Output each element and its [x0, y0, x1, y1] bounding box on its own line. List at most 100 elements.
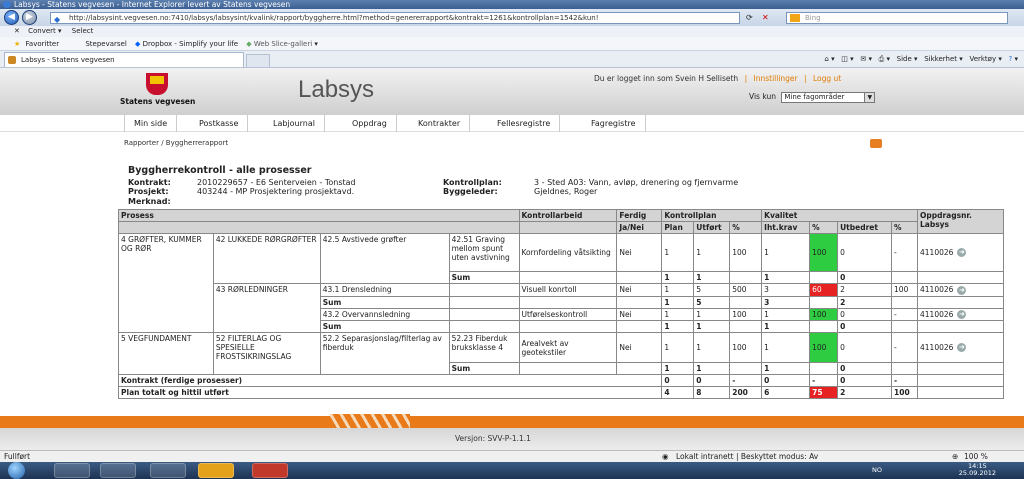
breadcrumb[interactable]: Rapporter / Byggherrerapport	[124, 139, 228, 147]
utbedret: 0	[837, 307, 893, 321]
arrow-right-icon[interactable]: ➜	[957, 310, 967, 319]
app-title: Labsys	[298, 76, 375, 103]
printer-icon[interactable]	[870, 139, 882, 148]
tab-labsys[interactable]: Labsys - Statens vegvesen	[4, 52, 244, 67]
table-row: 4 GRØFTER, KUMMER OG RØR 42 LUKKEDE RØRG…	[118, 233, 1004, 333]
kontrakt-row: Kontrakt (ferdige prosesser) 0 0 - 0 - 0…	[117, 374, 1004, 387]
clock[interactable]: 14:15 25.09.2012	[959, 463, 996, 477]
menu-min-side[interactable]: Min side	[124, 115, 178, 132]
ferdig: Nei	[616, 332, 663, 363]
command-bar: ⌂ ▾ ◫ ▾ ✉ ▾ ⎙ ▾ Side ▾ Sikkerhet ▾ Verkt…	[824, 55, 1018, 63]
favorites-button[interactable]: Favoritter	[26, 40, 60, 48]
kontrakt-pct: -	[729, 374, 763, 387]
prosess-level3: 43.2 Overvannsledning	[319, 307, 450, 321]
status-bar: Fullført ◉ Lokalt intranett | Beskyttet …	[0, 450, 1024, 462]
fav-item-stepevarsel[interactable]: Stepevarsel	[85, 40, 126, 48]
language-indicator[interactable]: NO	[872, 466, 882, 474]
search-input[interactable]: Bing	[786, 12, 1008, 24]
prosess-level2: 42 LUKKEDE RØRGRØFTER	[212, 233, 321, 284]
settings-link[interactable]: Innstillinger	[754, 74, 798, 83]
col-ferdig: Ferdig	[616, 209, 663, 222]
url-field[interactable]: ◆ http://labsysint.vegvesen.no:7410/labsy…	[50, 12, 740, 24]
tab-favicon	[8, 56, 16, 64]
menu-side[interactable]: Side	[897, 55, 912, 63]
plan: 1	[661, 307, 695, 321]
kvalitet-pct: 100	[809, 233, 839, 272]
ie-taskbar-icon[interactable]	[54, 463, 90, 478]
home-icon[interactable]: ⌂	[824, 55, 828, 63]
menu-oppdrag[interactable]: Oppdrag	[343, 115, 397, 132]
oppdragsnr[interactable]: 4110026	[920, 343, 953, 352]
mail-icon[interactable]: ✉	[860, 55, 866, 63]
chevron-down-icon: ▼	[864, 93, 875, 102]
powerpoint-taskbar-icon[interactable]	[252, 463, 288, 478]
separator: |	[744, 74, 748, 83]
arrow-right-icon[interactable]: ➜	[957, 248, 967, 258]
menu-kontrakter[interactable]: Kontrakter	[409, 115, 471, 132]
menu-verktoy[interactable]: Verktøy	[969, 55, 996, 63]
zoom-icon: ⊕	[952, 452, 959, 461]
sum-label: Sum	[448, 362, 520, 375]
arrow-right-icon[interactable]: ➜	[957, 285, 967, 295]
feeds-icon[interactable]: ◫	[841, 55, 848, 63]
menu-postkasse[interactable]: Postkasse	[190, 115, 249, 132]
logout-link[interactable]: Logg ut	[813, 74, 841, 83]
kontrollplan-label: Kontrollplan:	[443, 178, 502, 187]
ie-icon	[3, 1, 11, 8]
oppdragsnr-cell[interactable]: 4110026 ➜	[917, 233, 1004, 272]
fav-item-dropbox[interactable]: Dropbox - Simplify your life	[143, 40, 238, 48]
menu-labjournal[interactable]: Labjournal	[264, 115, 325, 132]
pct: 100	[729, 233, 763, 272]
col-kontrollarbeid: Kontrollarbeid	[518, 209, 618, 222]
prosess-level4: 52.23 Fiberduk bruksklasse 4	[448, 332, 520, 363]
print-icon[interactable]: ⎙	[879, 55, 885, 63]
media-taskbar-icon[interactable]	[150, 463, 186, 478]
windows-start-icon[interactable]	[8, 462, 25, 479]
refresh-icon[interactable]: ⟳	[746, 13, 753, 22]
arrow-right-icon[interactable]: ➜	[957, 343, 967, 353]
utfort: 1	[693, 233, 731, 272]
utfort: 1	[693, 307, 731, 321]
kontrollarbeid: Arealvekt av geotekstiler	[518, 332, 618, 363]
utbedret-pct: -	[891, 332, 918, 363]
stop-icon[interactable]: ✕	[762, 13, 769, 22]
kontrakt-utfort: 0	[693, 374, 731, 387]
kontrollarbeid: Kornfordeling våtsikting	[518, 233, 618, 272]
oppdragsnr-cell[interactable]: 4110026 ➜	[917, 283, 1004, 297]
bing-icon	[790, 14, 800, 22]
vis-kun-label: Vis kun	[749, 92, 776, 101]
convert-button[interactable]: Convert	[28, 27, 56, 35]
new-tab-button[interactable]	[246, 54, 270, 67]
outlook-taskbar-icon[interactable]	[198, 463, 234, 478]
sum-label: Sum	[319, 295, 450, 309]
menu-sikkerhet[interactable]: Sikkerhet	[924, 55, 957, 63]
oppdragsnr-cell[interactable]: 4110026 ➜	[917, 307, 1004, 321]
close-toolbar-icon[interactable]: ✕	[14, 27, 20, 35]
pct: 500	[729, 283, 763, 297]
back-button-icon[interactable]: ◀	[4, 10, 19, 25]
col-utb-pct: %	[891, 221, 918, 234]
oppdragsnr[interactable]: 4110026	[920, 285, 953, 294]
oppdragsnr[interactable]: 4110026	[920, 310, 953, 319]
explorer-taskbar-icon[interactable]	[100, 463, 136, 478]
zoom-level[interactable]: 100 %	[964, 451, 988, 462]
fav-item-webslice[interactable]: Web Slice-galleri	[254, 40, 312, 48]
sum-plan: 1	[661, 271, 695, 284]
oppdragsnr[interactable]: 4110026	[920, 248, 953, 257]
utbedret: 0	[837, 233, 893, 272]
select-button[interactable]: Select	[72, 27, 94, 35]
fagomrader-select[interactable]: Mine fagområder ▼	[781, 92, 876, 103]
statens-vegvesen-logo[interactable]: Statens vegvesen	[120, 73, 195, 109]
menu-fellesregistre[interactable]: Fellesregistre	[488, 115, 561, 132]
byggeleder-value: Gjeldnes, Roger	[534, 187, 598, 196]
address-bar-row: ◀ ▶ ◆ http://labsysint.vegvesen.no:7410/l…	[0, 9, 1024, 26]
help-icon[interactable]: ?	[1009, 55, 1013, 63]
table-row: 43 RØRLEDNINGER 43.1 Drensledning Visuel…	[119, 283, 1004, 333]
menu-fagregistre[interactable]: Fagregistre	[582, 115, 646, 132]
forward-button-icon[interactable]: ▶	[22, 10, 37, 25]
footer-stripes	[330, 414, 410, 428]
utbedret: 2	[837, 283, 893, 297]
oppdragsnr-cell[interactable]: 4110026 ➜	[917, 332, 1004, 363]
login-info: Du er logget inn som Svein H Selliseth |…	[594, 74, 841, 83]
dropbox-icon: ◆	[135, 40, 141, 48]
